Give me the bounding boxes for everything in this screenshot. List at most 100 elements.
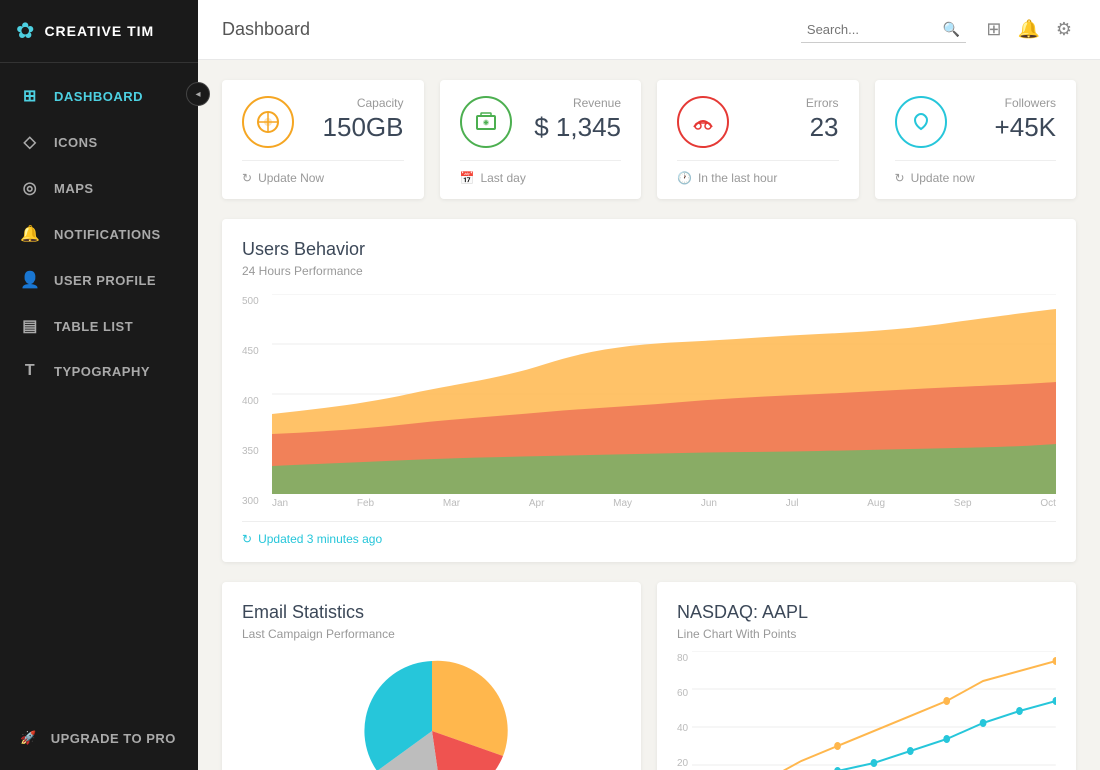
stat-card-followers: Followers +45K ↻ Update now	[875, 80, 1077, 199]
search-box: 🔍	[801, 17, 966, 43]
pie-chart-container	[242, 651, 621, 770]
revenue-value: $ 1,345	[526, 112, 622, 143]
followers-value: +45K	[961, 112, 1057, 143]
x-mar: Mar	[443, 498, 460, 509]
sidebar-item-label: Maps	[54, 181, 94, 196]
capacity-footer-icon: ↻	[242, 171, 252, 185]
y-label-350: 350	[242, 446, 272, 457]
email-stats-subtitle: Last Campaign Performance	[242, 627, 621, 641]
nasdaq-y-20: 20	[677, 758, 688, 769]
email-stats-card: Email Statistics Last Campaign Performan…	[222, 582, 641, 770]
search-icon[interactable]: 🔍	[943, 21, 960, 38]
topbar: Dashboard 🔍 ⊞ 🔔 ⚙	[198, 0, 1100, 60]
nasdaq-y-40: 40	[677, 723, 688, 734]
capacity-label: Capacity	[308, 96, 404, 110]
x-apr: Apr	[529, 498, 545, 509]
chart-footer-text: Updated 3 minutes ago	[258, 532, 382, 546]
grid-icon[interactable]: ⊞	[982, 15, 1005, 44]
area-chart	[272, 294, 1056, 494]
x-feb: Feb	[357, 498, 374, 509]
y-label-500: 500	[242, 296, 272, 307]
nasdaq-subtitle: Line Chart With Points	[677, 627, 1056, 641]
pie-chart	[352, 651, 512, 770]
collapse-button[interactable]: ◂	[186, 82, 210, 106]
sidebar-header: ✿ CREATIVE TIM	[0, 0, 198, 63]
sidebar-item-user-profile[interactable]: 👤 User Profile	[0, 257, 198, 303]
brand-name: CREATIVE TIM	[44, 23, 154, 39]
table-icon: ▤	[20, 316, 40, 336]
nasdaq-y-80: 80	[677, 653, 688, 664]
x-axis-labels: Jan Feb Mar Apr May Jun Jul Aug Sep Oct	[242, 498, 1056, 509]
users-behavior-subtitle: 24 Hours Performance	[242, 264, 1056, 278]
gear-icon[interactable]: ⚙	[1052, 15, 1076, 44]
x-oct: Oct	[1040, 498, 1056, 509]
sidebar-item-label: Icons	[54, 135, 98, 150]
errors-icon	[677, 96, 729, 148]
revenue-footer-text: Last day	[480, 171, 525, 185]
errors-value: 23	[743, 112, 839, 143]
upgrade-button[interactable]: 🚀 UPGRADE TO PRO	[0, 716, 198, 760]
user-icon: 👤	[20, 270, 40, 290]
errors-footer-icon: 🕐	[677, 171, 692, 185]
sidebar-item-maps[interactable]: ◎ Maps	[0, 165, 198, 211]
capacity-icon	[242, 96, 294, 148]
sidebar-item-notifications[interactable]: 🔔 Notifications	[0, 211, 198, 257]
sidebar-item-table-list[interactable]: ▤ Table List	[0, 303, 198, 349]
stats-row: Capacity 150GB ↻ Update Now	[222, 80, 1076, 199]
upgrade-label: UPGRADE TO PRO	[51, 731, 176, 746]
revenue-footer-icon: 📅	[460, 171, 475, 185]
sidebar: ✿ CREATIVE TIM ◂ ⊞ Dashboard ◇ Icons ◎ M…	[0, 0, 198, 770]
x-jul: Jul	[786, 498, 799, 509]
users-behavior-title: Users Behavior	[242, 239, 1056, 260]
sidebar-item-label: User Profile	[54, 273, 156, 288]
x-sep: Sep	[954, 498, 972, 509]
topbar-icons: ⊞ 🔔 ⚙	[982, 15, 1076, 44]
sidebar-item-label: Notifications	[54, 227, 161, 242]
sidebar-item-label: Dashboard	[54, 89, 143, 104]
upgrade-icon: 🚀	[20, 730, 37, 746]
stat-card-capacity: Capacity 150GB ↻ Update Now	[222, 80, 424, 199]
email-stats-title: Email Statistics	[242, 602, 621, 623]
revenue-label: Revenue	[526, 96, 622, 110]
capacity-footer-text: Update Now	[258, 171, 324, 185]
revenue-icon	[460, 96, 512, 148]
y-axis-labels: 500 450 400 350 300	[242, 294, 272, 509]
search-input[interactable]	[807, 22, 937, 37]
nasdaq-y-60: 60	[677, 688, 688, 699]
nasdaq-title: NASDAQ: AAPL	[677, 602, 1056, 623]
chart-footer: ↻ Updated 3 minutes ago	[242, 521, 1056, 546]
followers-footer-text: Update now	[911, 171, 975, 185]
sidebar-item-dashboard[interactable]: ⊞ Dashboard	[0, 73, 198, 119]
x-may: May	[613, 498, 632, 509]
nasdaq-card: NASDAQ: AAPL Line Chart With Points 80 6…	[657, 582, 1076, 770]
bottom-row: Email Statistics Last Campaign Performan…	[222, 582, 1076, 770]
stat-card-errors: Errors 23 🕐 In the last hour	[657, 80, 859, 199]
maps-icon: ◎	[20, 178, 40, 198]
sidebar-item-icons[interactable]: ◇ Icons	[0, 119, 198, 165]
typography-icon: T	[20, 362, 40, 380]
content-area: Capacity 150GB ↻ Update Now	[198, 60, 1100, 770]
bell-icon[interactable]: 🔔	[1013, 15, 1043, 44]
area-chart-wrapper: 500 450 400 350 300	[242, 294, 1056, 509]
sidebar-nav: ⊞ Dashboard ◇ Icons ◎ Maps 🔔 Notificatio…	[0, 63, 198, 716]
followers-icon	[895, 96, 947, 148]
x-jun: Jun	[701, 498, 717, 509]
y-label-400: 400	[242, 396, 272, 407]
capacity-value: 150GB	[308, 112, 404, 143]
y-label-450: 450	[242, 346, 272, 357]
followers-label: Followers	[961, 96, 1057, 110]
dashboard-icon: ⊞	[20, 86, 40, 106]
notifications-icon: 🔔	[20, 224, 40, 244]
stat-card-revenue: Revenue $ 1,345 📅 Last day	[440, 80, 642, 199]
line-chart	[692, 651, 1056, 770]
followers-footer-icon: ↻	[895, 171, 905, 185]
errors-footer-text: In the last hour	[698, 171, 777, 185]
icons-icon: ◇	[20, 132, 40, 152]
sidebar-item-typography[interactable]: T Typography	[0, 349, 198, 393]
users-behavior-card: Users Behavior 24 Hours Performance 500 …	[222, 219, 1076, 562]
sidebar-item-label: Typography	[54, 364, 150, 379]
x-jan: Jan	[272, 498, 288, 509]
errors-label: Errors	[743, 96, 839, 110]
main-content: Dashboard 🔍 ⊞ 🔔 ⚙	[198, 0, 1100, 770]
logo-icon: ✿	[16, 18, 34, 44]
